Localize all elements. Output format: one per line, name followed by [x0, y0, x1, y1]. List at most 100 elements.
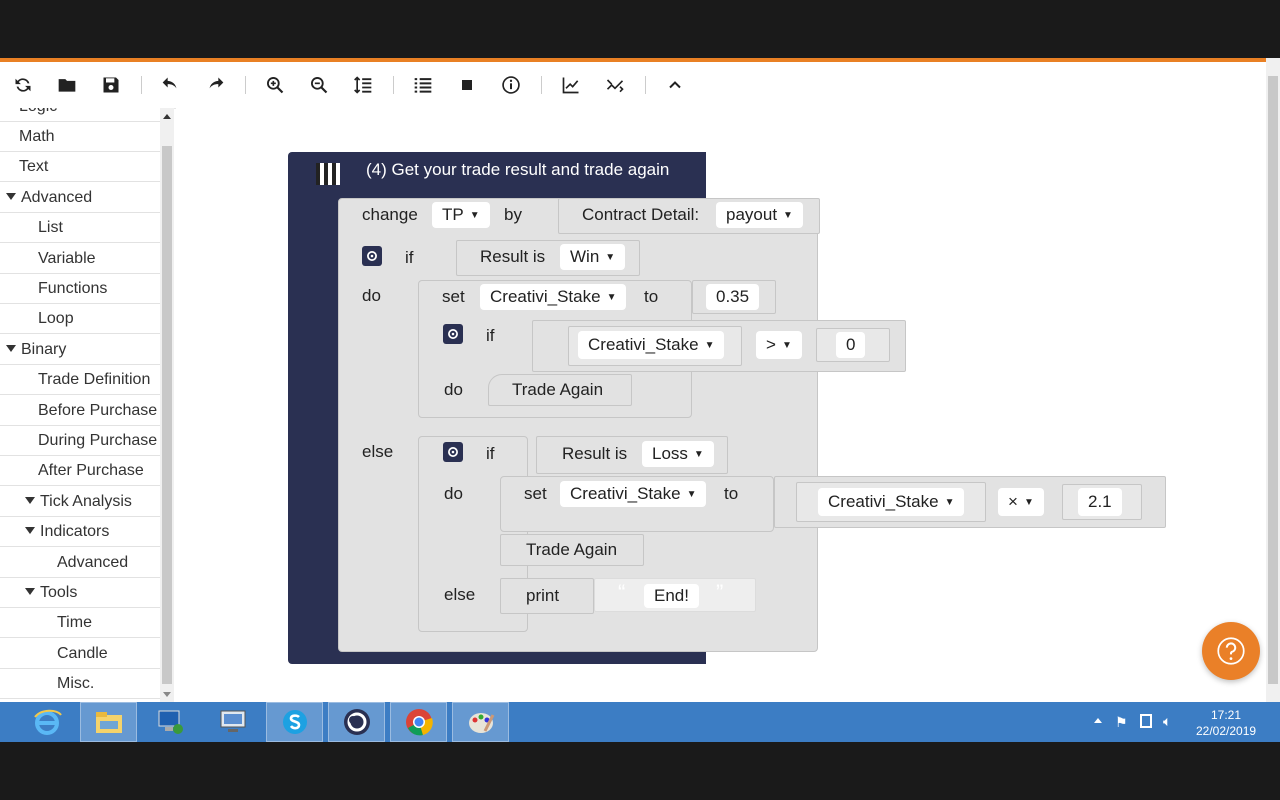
workspace-scroll-thumb[interactable] [1268, 76, 1278, 684]
do-label: do [362, 286, 381, 305]
toolbox-category[interactable]: Candle [0, 639, 160, 669]
toolbar-separator [393, 76, 394, 94]
paint-icon[interactable] [452, 702, 509, 742]
text-value: End! [654, 586, 689, 605]
toolbox-category[interactable]: List [0, 213, 160, 244]
if-label: if [486, 326, 495, 345]
dropdown-arrow-icon: ▼ [469, 210, 480, 221]
collapse-icon[interactable] [662, 72, 688, 98]
gear-icon[interactable] [443, 442, 463, 462]
contract-detail-dropdown[interactable]: payout ▼ [716, 202, 803, 228]
toolbox-category[interactable]: Time [0, 608, 160, 639]
stake-var-value: Creativi_Stake [828, 492, 939, 511]
gear-icon[interactable] [362, 246, 382, 266]
dropdown-arrow-icon: ▼ [704, 340, 715, 351]
toolbox-category[interactable]: Text [0, 152, 160, 183]
open-icon[interactable] [54, 72, 80, 98]
skype-icon[interactable] [266, 702, 323, 742]
dropdown-arrow-icon: ▼ [781, 340, 792, 351]
tray-expand-icon[interactable] [1094, 718, 1102, 723]
toolbox-category[interactable]: Trade Definition [0, 365, 160, 396]
remote-desktop-icon[interactable] [204, 702, 261, 742]
reset-icon[interactable] [10, 72, 36, 98]
summary-icon[interactable] [410, 72, 436, 98]
redo-icon[interactable] [202, 72, 228, 98]
toolbar-separator [245, 76, 246, 94]
stop-icon[interactable] [454, 72, 480, 98]
flag-icon[interactable]: ⚑ [1115, 714, 1128, 731]
toolbox-category-label: Tools [40, 584, 78, 601]
app-icon[interactable] [328, 702, 385, 742]
toolbox-category[interactable]: After Purchase [0, 456, 160, 487]
toolbox-category-label: Indicators [40, 523, 110, 541]
toolbox-category[interactable]: Advanced [0, 548, 160, 578]
internet-explorer-icon[interactable] [18, 702, 75, 742]
workspace-scrollbar[interactable] [1266, 58, 1280, 702]
result-dropdown-win[interactable]: Win ▼ [560, 244, 626, 270]
toolbox-category[interactable]: Math [0, 122, 160, 152]
result-loss-value: Loss [652, 444, 688, 463]
variable-dropdown-stake[interactable]: Creativi_Stake ▼ [578, 331, 725, 359]
toolbox-category[interactable]: Tick Analysis [0, 487, 160, 517]
toolbar-separator [541, 76, 542, 94]
operator-dropdown[interactable]: > ▼ [756, 331, 802, 359]
clock-date: 22/02/2019 [1196, 724, 1257, 738]
variable-dropdown-tp[interactable]: TP ▼ [432, 202, 490, 228]
if-label: if [405, 248, 414, 267]
operator-dropdown[interactable]: × ▼ [998, 488, 1044, 516]
battery-icon[interactable] [1140, 714, 1152, 728]
result-dropdown-loss[interactable]: Loss ▼ [642, 441, 714, 467]
trade-again-label: Trade Again [512, 380, 604, 399]
zoom-out-icon[interactable] [306, 72, 332, 98]
trading-view-icon[interactable] [602, 72, 628, 98]
number-field-0[interactable]: 0 [836, 332, 866, 358]
clock-time: 17:21 [1210, 708, 1242, 722]
variable-dropdown-stake[interactable]: Creativi_Stake ▼ [480, 284, 627, 310]
toolbox-category[interactable]: Tools [0, 578, 160, 608]
sidebar-scroll-thumb[interactable] [162, 146, 172, 684]
toolbox-category[interactable]: Loop [0, 304, 160, 335]
sidebar-scrollbar[interactable] [160, 108, 174, 702]
open-quote: “ [618, 580, 626, 605]
toolbox-category[interactable]: Advanced [0, 183, 160, 213]
trade-again-label: Trade Again [526, 540, 618, 559]
gear-icon[interactable] [443, 324, 463, 344]
app-window: Logic Math Text Advanced List Variable Functi… [0, 58, 1280, 702]
if-label: if [486, 444, 495, 463]
toolbox-category[interactable]: Misc. [0, 669, 160, 700]
save-icon[interactable] [98, 72, 124, 98]
zoom-in-icon[interactable] [262, 72, 288, 98]
scroll-up-icon[interactable] [163, 114, 171, 119]
network-icon[interactable] [142, 702, 199, 742]
scroll-down-icon[interactable] [163, 692, 171, 697]
toolbox-category-label: Time [57, 614, 92, 632]
number-field-035[interactable]: 0.35 [706, 284, 760, 310]
blockly-workspace[interactable]: (4) Get your trade result and trade agai… [176, 108, 1266, 702]
toolbox-category-label: Trade Definition [38, 371, 151, 389]
info-icon[interactable] [498, 72, 524, 98]
number-field-21[interactable]: 2.1 [1078, 488, 1122, 516]
toolbox-category[interactable]: Functions [0, 274, 160, 304]
toolbox-category[interactable]: Variable [0, 244, 160, 274]
toolbox-category-partial[interactable]: Logic [0, 108, 160, 122]
system-clock[interactable]: 17:21 22/02/2019 [1196, 707, 1256, 739]
toolbox-category[interactable]: During Purchase [0, 426, 160, 456]
volume-icon[interactable]: 🔈︎ [1163, 713, 1171, 730]
stake-var-value: Creativi_Stake [570, 484, 681, 503]
text-field-end[interactable]: End! [644, 584, 699, 608]
result-win-value: Win [570, 247, 600, 266]
chart-icon[interactable] [558, 72, 584, 98]
toolbox-category-label: Before Purchase [38, 401, 158, 419]
dropdown-arrow-icon: ▼ [605, 252, 616, 263]
toolbox-category[interactable]: Binary [0, 335, 160, 365]
chrome-icon[interactable] [390, 702, 447, 742]
help-button[interactable] [1202, 622, 1260, 680]
rearrange-icon[interactable] [350, 72, 376, 98]
file-explorer-icon[interactable] [80, 702, 137, 742]
undo-icon[interactable] [158, 72, 184, 98]
toolbox-category[interactable]: Before Purchase [0, 396, 160, 426]
toolbox-category[interactable]: Indicators [0, 517, 160, 548]
number-value: 0.35 [716, 287, 750, 306]
variable-dropdown-stake[interactable]: Creativi_Stake ▼ [560, 481, 707, 507]
variable-dropdown-stake[interactable]: Creativi_Stake ▼ [818, 488, 965, 516]
